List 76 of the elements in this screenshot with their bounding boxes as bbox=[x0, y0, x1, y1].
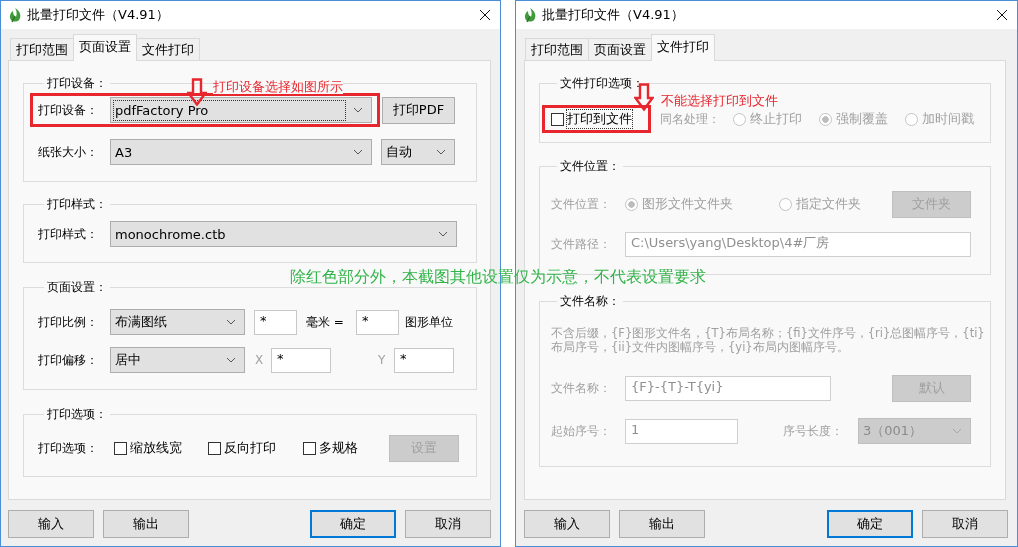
field-label: 序号长度： bbox=[783, 422, 844, 440]
field-label: 纸张大小： bbox=[38, 143, 99, 161]
action-button[interactable]: 确定 bbox=[827, 510, 913, 538]
group-title: 文件名称： bbox=[559, 293, 621, 309]
checkbox-label: 多规格 bbox=[319, 439, 358, 457]
field-label: 图形单位 bbox=[405, 313, 453, 331]
dropdown[interactable]: monochrome.ctb bbox=[110, 221, 457, 247]
field-label: 打印偏移： bbox=[38, 351, 99, 369]
annotation-text: 不能选择打印到文件 bbox=[661, 93, 778, 108]
radio-label: 指定文件夹 bbox=[796, 195, 861, 213]
action-button[interactable]: 确定 bbox=[310, 510, 396, 538]
window-title: 批量打印文件（V4.91） bbox=[542, 6, 685, 24]
group-title: 文件位置： bbox=[559, 158, 621, 174]
chevron-icon bbox=[436, 149, 446, 155]
field-label: 文件路径： bbox=[551, 235, 612, 253]
field-label: 打印比例： bbox=[38, 313, 99, 331]
field-label: 文件位置： bbox=[551, 195, 612, 213]
chevron-icon bbox=[353, 149, 363, 155]
dropdown[interactable]: A3 bbox=[110, 139, 372, 165]
action-button[interactable]: 输入 bbox=[524, 510, 610, 538]
action-button[interactable]: 取消 bbox=[405, 510, 491, 538]
tab[interactable]: 文件打印 bbox=[136, 38, 200, 60]
field-label: 打印选项： bbox=[38, 439, 99, 457]
text-field[interactable]: * bbox=[394, 347, 454, 373]
field-label: 打印设备： bbox=[38, 101, 99, 119]
dropdown[interactable]: 居中 bbox=[110, 347, 245, 373]
dropdown[interactable]: 自动 bbox=[381, 139, 455, 165]
chevron-icon bbox=[226, 319, 236, 325]
group-title: 页面设置： bbox=[46, 279, 108, 295]
action-button[interactable]: 输出 bbox=[103, 510, 189, 538]
chevron-icon bbox=[353, 107, 363, 113]
dropdown[interactable]: 布满图纸 bbox=[110, 309, 245, 335]
group-title: 文件打印选项： bbox=[559, 75, 645, 91]
tab[interactable]: 打印范围 bbox=[525, 38, 589, 60]
field-label: 同名处理： bbox=[660, 110, 721, 128]
chevron-icon bbox=[438, 231, 448, 237]
group-title: 打印样式： bbox=[46, 196, 108, 212]
field-label: 文件名称： bbox=[551, 379, 612, 397]
radio-label: 终止打印 bbox=[750, 110, 802, 128]
checkbox-label: 打印到文件 bbox=[567, 110, 632, 128]
tab[interactable]: 文件打印 bbox=[651, 34, 715, 61]
action-button[interactable]: 输入 bbox=[8, 510, 94, 538]
leaf-icon bbox=[523, 7, 537, 23]
field-label: 毫米 = bbox=[306, 313, 345, 331]
group-title: 打印设备： bbox=[46, 75, 108, 91]
chevron-icon bbox=[952, 428, 962, 434]
action-button[interactable]: 输出 bbox=[619, 510, 705, 538]
checkbox[interactable] bbox=[114, 441, 127, 455]
text-field[interactable]: * bbox=[271, 347, 331, 373]
annotation-text: 打印设备选择如图所示 bbox=[213, 79, 343, 94]
text-field[interactable]: * bbox=[356, 309, 399, 335]
window-title: 批量打印文件（V4.91） bbox=[27, 6, 170, 24]
chevron-icon bbox=[226, 357, 236, 363]
action-button[interactable]: 打印PDF bbox=[382, 96, 455, 124]
group-title: 打印选项： bbox=[46, 406, 108, 422]
close-icon[interactable] bbox=[479, 9, 491, 21]
text-field[interactable]: * bbox=[254, 309, 297, 335]
checkbox[interactable] bbox=[208, 441, 221, 455]
field-label: 打印样式： bbox=[38, 225, 99, 243]
field-label: Y bbox=[378, 353, 387, 367]
checkbox[interactable] bbox=[551, 112, 564, 126]
leaf-icon bbox=[8, 7, 22, 23]
tab[interactable]: 打印范围 bbox=[10, 38, 74, 60]
action-button[interactable]: 取消 bbox=[922, 510, 1008, 538]
tab[interactable]: 页面设置 bbox=[73, 34, 137, 61]
radio-label: 强制覆盖 bbox=[836, 110, 888, 128]
hint-text: 不含后缀，{F}图形文件名，{T}布局名称；{fi}文件序号，{ri}总图幅序号，{ti}布局序号，{ii}文件内图幅序号，{yi}布局内图幅序号。 bbox=[551, 326, 986, 354]
field-label: X bbox=[255, 353, 265, 367]
checkbox-label: 反向打印 bbox=[224, 439, 276, 457]
close-icon[interactable] bbox=[996, 9, 1008, 21]
checkbox-label: 缩放线宽 bbox=[130, 439, 182, 457]
radio-label: 图形文件文件夹 bbox=[642, 195, 733, 213]
checkbox[interactable] bbox=[303, 441, 316, 455]
field-label: 起始序号： bbox=[551, 422, 612, 440]
dropdown[interactable]: pdfFactory Pro bbox=[110, 97, 372, 123]
radio-label: 加时间戳 bbox=[922, 110, 974, 128]
